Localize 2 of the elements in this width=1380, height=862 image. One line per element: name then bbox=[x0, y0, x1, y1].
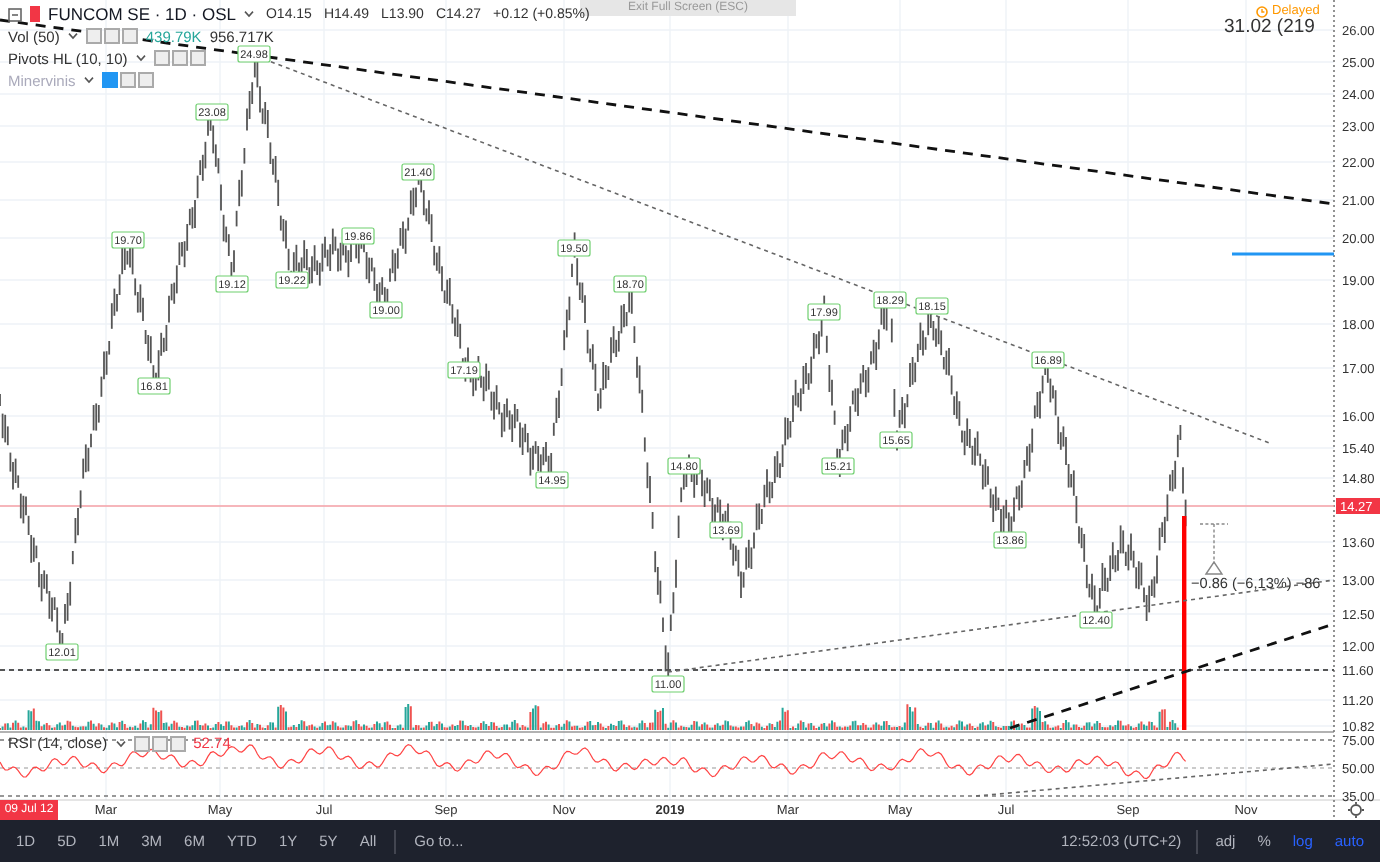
symbol-title[interactable]: FUNCOM SE · 1D · OSL bbox=[48, 4, 236, 24]
price-readout: 31.02 (219 bbox=[1224, 16, 1315, 38]
